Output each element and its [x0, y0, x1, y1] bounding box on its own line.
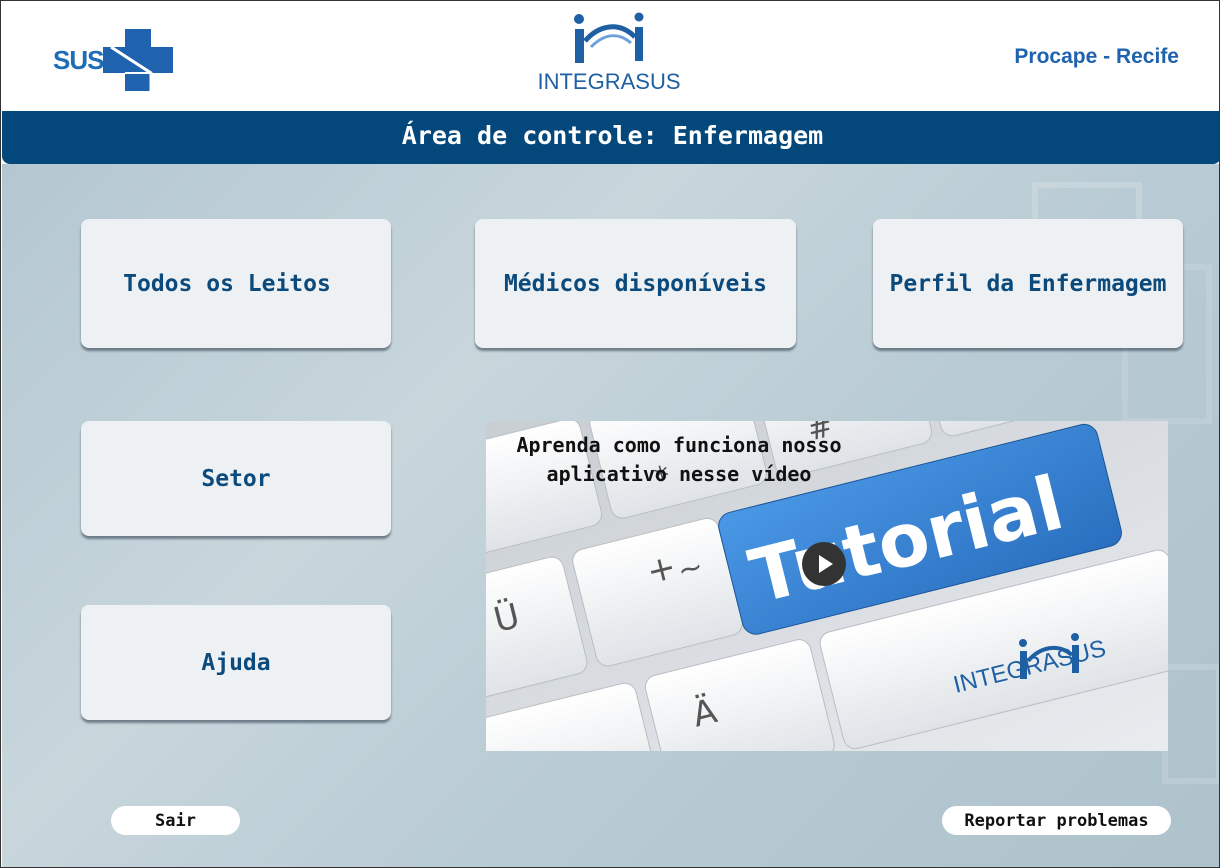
- header: SUS INTEGRASUS Procape - Recife: [1, 1, 1219, 111]
- location-label: Procape - Recife: [1014, 45, 1179, 68]
- report-problems-button[interactable]: Reportar problemas: [942, 806, 1171, 835]
- report-problems-label: Reportar problemas: [964, 810, 1149, 831]
- integrasus-logo-text: INTEGRASUS: [537, 69, 681, 94]
- tutorial-video[interactable]: Ü + ~ * # Ä Tutorial INTEGRASUS Aprenda …: [486, 421, 1168, 751]
- nursing-profile-label: Perfil da Enfermagem: [889, 270, 1167, 297]
- all-beds-button[interactable]: Todos os Leitos: [81, 219, 391, 348]
- title-bar: Área de controle: Enfermagem: [2, 111, 1219, 164]
- video-caption: Aprenda como funciona nosso aplicativo n…: [494, 431, 864, 489]
- play-icon[interactable]: [802, 542, 846, 586]
- nursing-profile-button[interactable]: Perfil da Enfermagem: [873, 219, 1183, 348]
- app-frame: SUS INTEGRASUS Procape - Recife Área de …: [0, 0, 1220, 868]
- video-caption-line2: aplicativo nesse vídeo: [546, 462, 812, 486]
- video-caption-line1: Aprenda como funciona nosso: [516, 433, 842, 457]
- integrasus-logo-icon: [574, 12, 644, 63]
- integrasus-logo: INTEGRASUS: [537, 7, 681, 99]
- help-button[interactable]: Ajuda: [81, 605, 391, 720]
- available-doctors-label: Médicos disponíveis: [503, 270, 768, 297]
- available-doctors-button[interactable]: Médicos disponíveis: [475, 219, 796, 348]
- sector-button[interactable]: Setor: [81, 421, 391, 536]
- help-label: Ajuda: [201, 649, 271, 676]
- page-title: Área de controle: Enfermagem: [401, 121, 824, 150]
- all-beds-label: Todos os Leitos: [123, 270, 331, 297]
- sus-cross-icon: [103, 29, 173, 91]
- logout-label: Sair: [155, 810, 196, 831]
- sector-label: Setor: [201, 465, 271, 492]
- background-decoration: [1162, 664, 1219, 784]
- logout-button[interactable]: Sair: [111, 806, 240, 835]
- sus-logo: SUS: [53, 29, 173, 91]
